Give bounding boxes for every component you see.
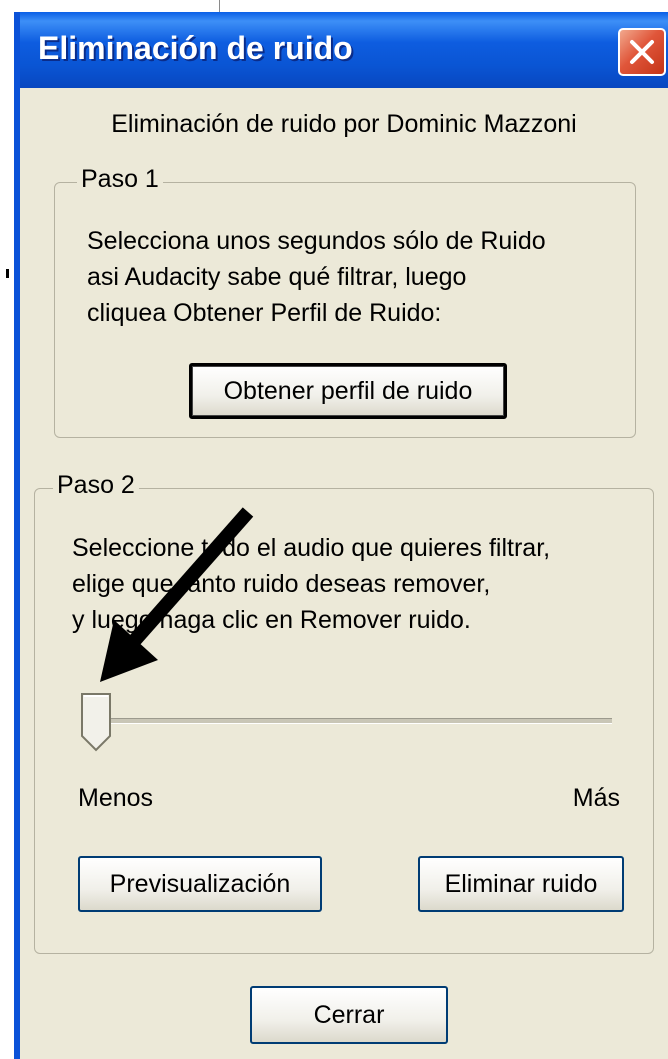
slider-min-label: Menos xyxy=(78,784,154,812)
close-x-icon xyxy=(630,40,654,64)
step1-line-3: cliquea Obtener Perfil de Ruido: xyxy=(87,299,442,327)
background-divider xyxy=(219,0,220,12)
close-button[interactable]: Cerrar xyxy=(250,986,448,1044)
noise-reduction-slider[interactable] xyxy=(82,718,612,724)
remove-noise-button[interactable]: Eliminar ruido xyxy=(418,856,624,912)
step1-line-1: Selecciona unos segundos sólo de Ruido xyxy=(87,227,546,255)
step2-line-2: elige que tanto ruido deseas remover, xyxy=(72,570,491,598)
window-title: Eliminación de ruido xyxy=(38,30,353,66)
step2-line-3: y luego haga clic en Remover ruido. xyxy=(72,606,471,634)
background-top xyxy=(0,0,668,12)
background-left xyxy=(0,0,14,1059)
slider-max-label: Más xyxy=(572,784,620,812)
preview-button[interactable]: Previsualización xyxy=(78,856,322,912)
get-noise-profile-button[interactable]: Obtener perfil de ruido xyxy=(189,363,507,419)
step1-line-2: asi Audacity sabe qué filtrar, luego xyxy=(87,263,467,291)
author-credit: Eliminación de ruido por Dominic Mazzoni xyxy=(111,110,577,138)
background-mark xyxy=(6,269,9,278)
noise-removal-dialog: Eliminación de ruido Eliminación de ruid… xyxy=(14,12,668,1059)
step2-line-1: Seleccione todo el audio que quieres fil… xyxy=(72,534,551,562)
step2-legend: Paso 2 xyxy=(53,471,139,500)
step1-instructions: Selecciona unos segundos sólo de Ruido a… xyxy=(87,223,546,331)
title-bar[interactable]: Eliminación de ruido xyxy=(20,12,668,88)
step1-legend: Paso 1 xyxy=(77,165,163,194)
step2-instructions: Seleccione todo el audio que quieres fil… xyxy=(72,530,550,638)
step1-group: Paso 1 Selecciona unos segundos sólo de … xyxy=(54,165,636,438)
close-window-button[interactable] xyxy=(618,28,666,76)
slider-thumb[interactable] xyxy=(80,692,114,754)
